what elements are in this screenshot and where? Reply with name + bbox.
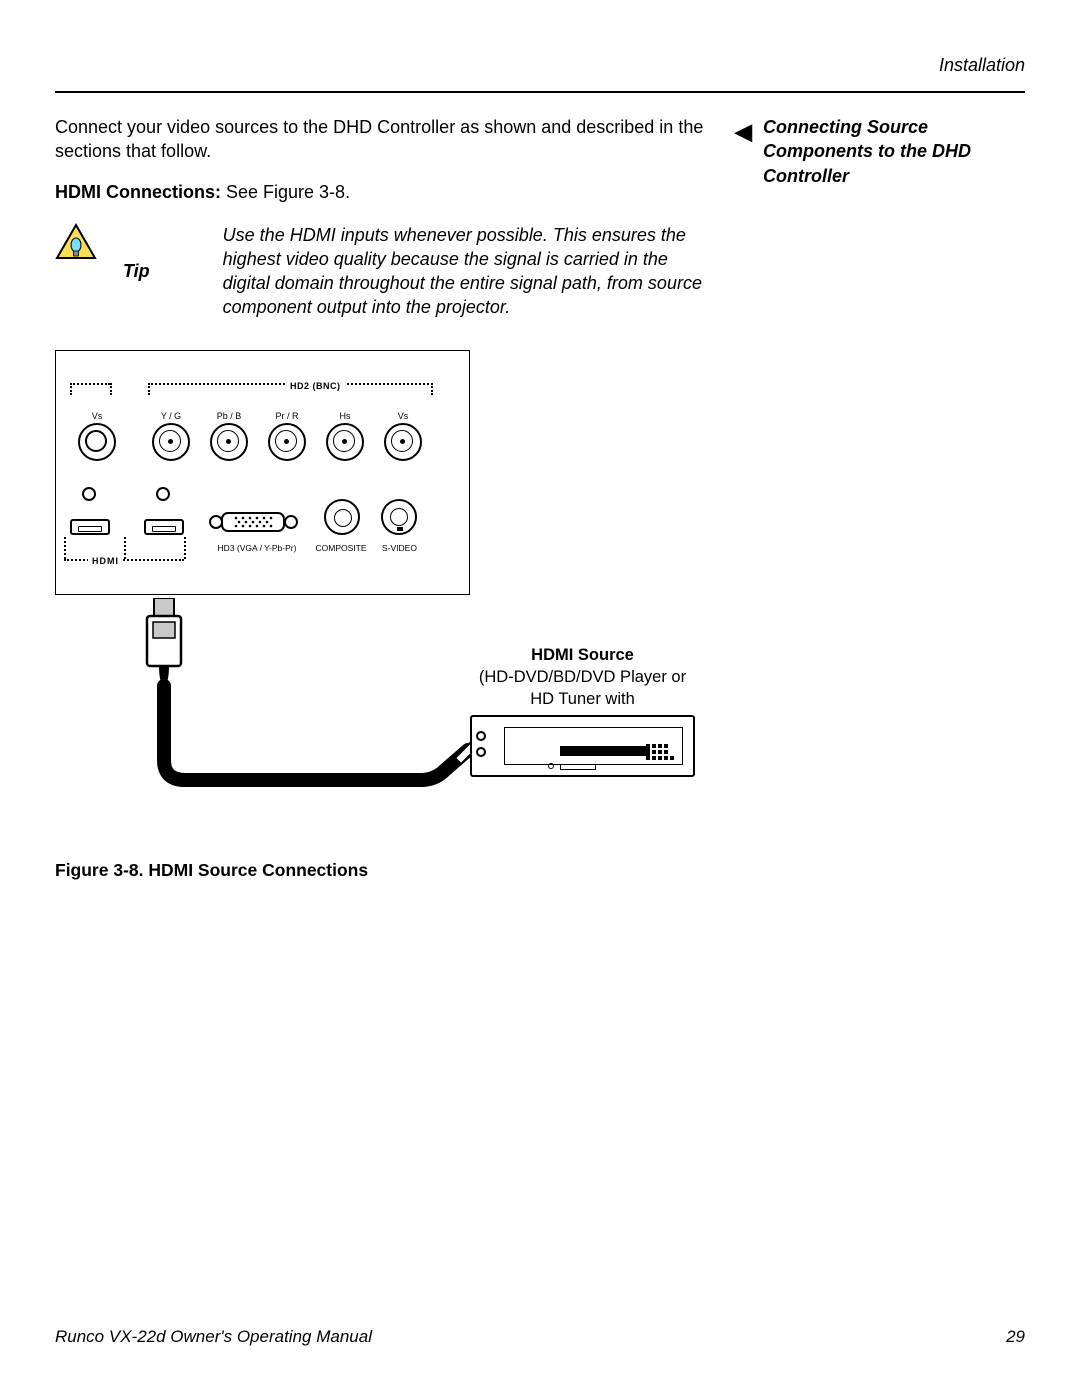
hdmi-source-line2: HD Tuner with xyxy=(530,690,635,708)
left-arrow-icon: ◀ xyxy=(735,117,752,147)
mount-hole-1 xyxy=(82,487,96,501)
hdmi-port-1 xyxy=(70,519,110,535)
intro-text: Connect your video sources to the DHD Co… xyxy=(55,115,705,164)
bnc-port-prr xyxy=(268,423,306,461)
hdmi-connections-rest: See Figure 3-8. xyxy=(221,182,350,202)
source-device-icon xyxy=(470,715,695,777)
footer: Runco VX-22d Owner's Operating Manual 29 xyxy=(55,1327,1025,1347)
mount-hole-2 xyxy=(156,487,170,501)
port-yg-label: Y / G xyxy=(152,411,190,421)
footer-manual: Runco VX-22d Owner's Operating Manual xyxy=(55,1327,372,1347)
hdmi-port-2 xyxy=(144,519,184,535)
port-hs-label: Hs xyxy=(326,411,364,421)
hdmi-plug-icon xyxy=(144,598,184,688)
hdmi-source-line1: (HD-DVD/BD/DVD Player or xyxy=(479,668,686,686)
port-vs-right-label: Vs xyxy=(384,411,422,421)
side-note: ◀ Connecting Source Components to the DH… xyxy=(735,115,1025,188)
tip-text: Use the HDMI inputs whenever possible. T… xyxy=(223,223,705,320)
dhd-panel: HD2 (BNC) Vs Y / G Pb / B Pr / R Hs Vs xyxy=(55,350,470,595)
figure-caption: Figure 3-8. HDMI Source Connections xyxy=(55,860,705,881)
figure-diagram: HD2 (BNC) Vs Y / G Pb / B Pr / R Hs Vs xyxy=(55,350,700,820)
side-note-text: Connecting Source Components to the DHD … xyxy=(763,117,971,186)
vga-label: HD3 (VGA / Y-Pb-Pr) xyxy=(202,543,312,553)
divider xyxy=(55,91,1025,93)
composite-port xyxy=(324,499,360,535)
bnc-port-vs-right xyxy=(384,423,422,461)
hdmi-source-title: HDMI Source xyxy=(531,646,634,664)
header-section: Installation xyxy=(55,55,1025,76)
bnc-port-yg xyxy=(152,423,190,461)
vga-port xyxy=(206,509,301,535)
tip-icon xyxy=(55,223,97,261)
tip-block: Tip Use the HDMI inputs whenever possibl… xyxy=(55,223,705,320)
svideo-label: S-VIDEO xyxy=(372,543,427,553)
hdmi-connections-bold: HDMI Connections: xyxy=(55,182,221,202)
composite-label: COMPOSITE xyxy=(311,543,371,553)
bnc-port-vs-left xyxy=(78,423,116,461)
bnc-port-pbb xyxy=(210,423,248,461)
bnc-port-hs xyxy=(326,423,364,461)
port-prr-label: Pr / R xyxy=(268,411,306,421)
tip-label: Tip xyxy=(123,261,150,282)
port-pbb-label: Pb / B xyxy=(210,411,248,421)
svideo-port xyxy=(381,499,417,535)
hdmi-connections-heading: HDMI Connections: See Figure 3-8. xyxy=(55,182,705,203)
hdmi-group-label: HDMI xyxy=(88,556,123,566)
footer-page: 29 xyxy=(1006,1327,1025,1347)
port-vs-left-label: Vs xyxy=(78,411,116,421)
